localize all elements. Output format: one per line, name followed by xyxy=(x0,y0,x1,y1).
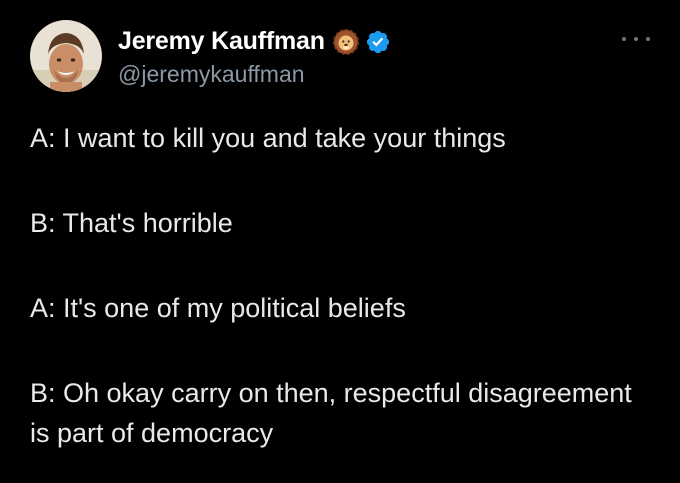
author-handle[interactable]: @jeremykauffman xyxy=(118,61,391,88)
more-options-icon[interactable] xyxy=(622,32,650,46)
tweet-line-4: B: Oh okay carry on then, respectful dis… xyxy=(30,378,632,448)
avatar-image xyxy=(30,20,102,92)
verified-badge-icon[interactable] xyxy=(365,29,391,55)
tweet-line-3: A: It's one of my political beliefs xyxy=(30,293,406,323)
tweet-header: Jeremy Kauffman @jeremykauffman xyxy=(30,20,391,92)
dot xyxy=(646,37,650,41)
tweet-line-2: B: That's horrible xyxy=(30,208,233,238)
author-display-name[interactable]: Jeremy Kauffman xyxy=(118,27,325,56)
dot xyxy=(622,37,626,41)
name-row: Jeremy Kauffman xyxy=(118,25,391,59)
tweet-text: A: I want to kill you and take your thin… xyxy=(30,118,650,453)
tweet-line-1: A: I want to kill you and take your thin… xyxy=(30,123,506,153)
avatar[interactable] xyxy=(30,20,102,92)
author-names: Jeremy Kauffman @jeremykauffman xyxy=(118,25,391,88)
dot xyxy=(634,37,638,41)
lion-emoji-icon xyxy=(332,28,359,55)
tweet-card: Jeremy Kauffman @jeremykauffman A: I wan… xyxy=(0,0,680,483)
